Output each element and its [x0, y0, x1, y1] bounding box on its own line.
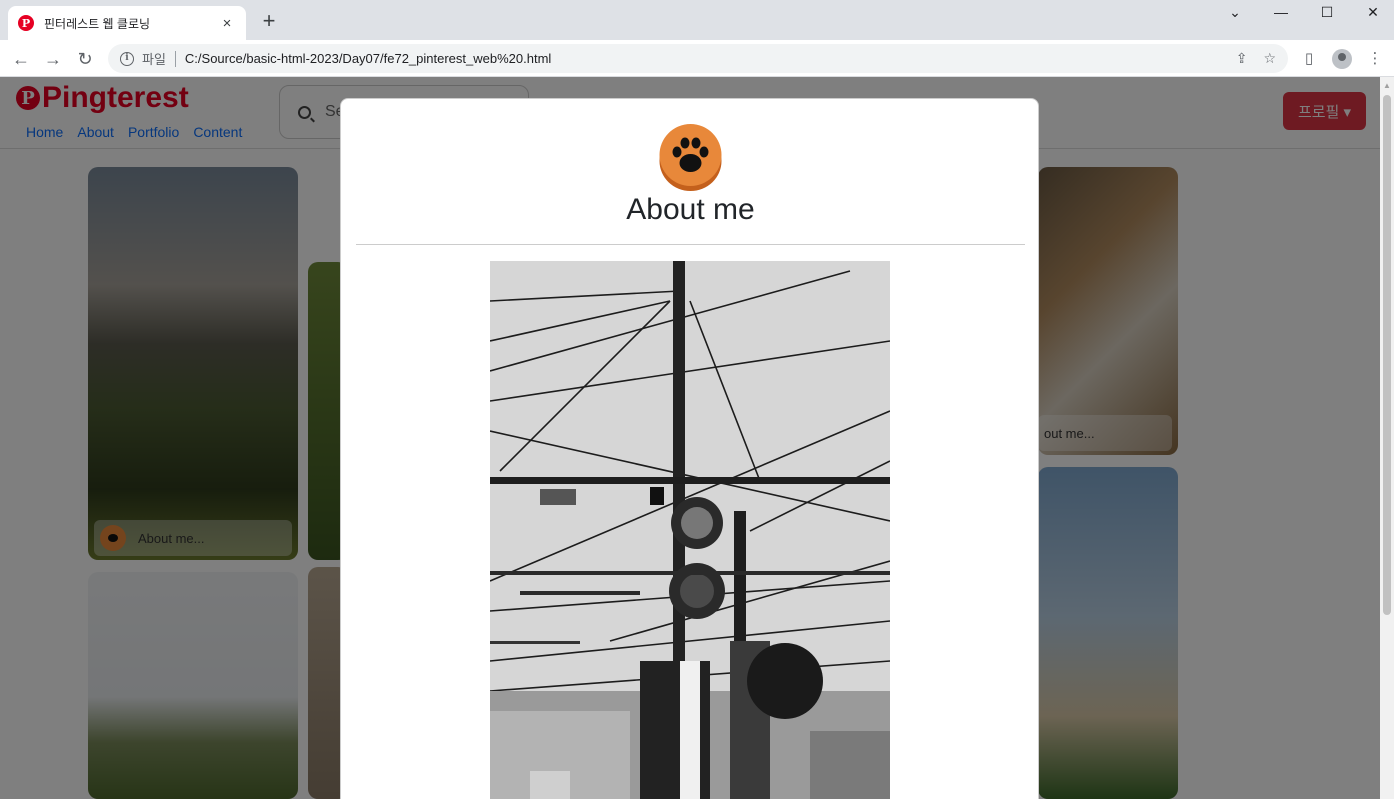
url-text[interactable]: C:/Source/basic-html-2023/Day07/fe72_pin… — [185, 51, 551, 66]
page-scrollbar[interactable]: ▲ — [1380, 77, 1394, 799]
forward-icon[interactable]: → — [40, 46, 66, 72]
railway-wires-image — [490, 261, 890, 799]
close-window-button[interactable]: ✕ — [1350, 0, 1394, 26]
bookmark-star-icon[interactable]: ☆ — [1263, 50, 1276, 67]
modal-title: About me — [626, 193, 755, 226]
close-tab-icon[interactable]: × — [218, 15, 236, 32]
omnibox-separator — [174, 50, 176, 67]
profile-avatar[interactable] — [1329, 46, 1355, 72]
scroll-up-icon[interactable]: ▲ — [1383, 81, 1391, 90]
site-info-icon[interactable]: i — [120, 51, 134, 66]
railway-photo — [490, 261, 890, 799]
new-tab-button[interactable]: + — [256, 8, 282, 34]
maximize-button[interactable]: ☐ — [1304, 0, 1350, 26]
scroll-thumb[interactable] — [1383, 95, 1391, 615]
browser-tabstrip: P 핀터레스트 웹 클로닝 × + ⌄ — ☐ ✕ — [0, 0, 1394, 40]
modal-header: About me — [356, 99, 1025, 245]
page-viewport: P Pingterest Home About Portfolio Conten… — [0, 77, 1380, 799]
tab-title: 핀터레스트 웹 클로닝 — [44, 16, 151, 31]
address-bar[interactable]: i 파일 C:/Source/basic-html-2023/Day07/fe7… — [108, 44, 1288, 73]
share-icon[interactable]: ⇪ — [1236, 50, 1248, 67]
browser-tab[interactable]: P 핀터레스트 웹 클로닝 × — [8, 6, 246, 40]
side-panel-icon[interactable]: ▯ — [1296, 46, 1322, 72]
pinterest-favicon-icon: P — [18, 15, 34, 31]
about-modal: About me — [340, 98, 1039, 799]
paw-icon — [659, 124, 722, 191]
browser-toolbar: ← → ↻ i 파일 C:/Source/basic-html-2023/Day… — [0, 40, 1394, 77]
tab-search-button[interactable]: ⌄ — [1212, 0, 1258, 26]
back-icon[interactable]: ← — [8, 46, 34, 72]
scheme-label: 파일 — [142, 52, 166, 67]
avatar-icon — [1332, 49, 1352, 69]
more-menu-icon[interactable]: ⋮ — [1362, 46, 1388, 72]
reload-icon[interactable]: ↻ — [72, 46, 98, 72]
minimize-button[interactable]: — — [1258, 0, 1304, 26]
